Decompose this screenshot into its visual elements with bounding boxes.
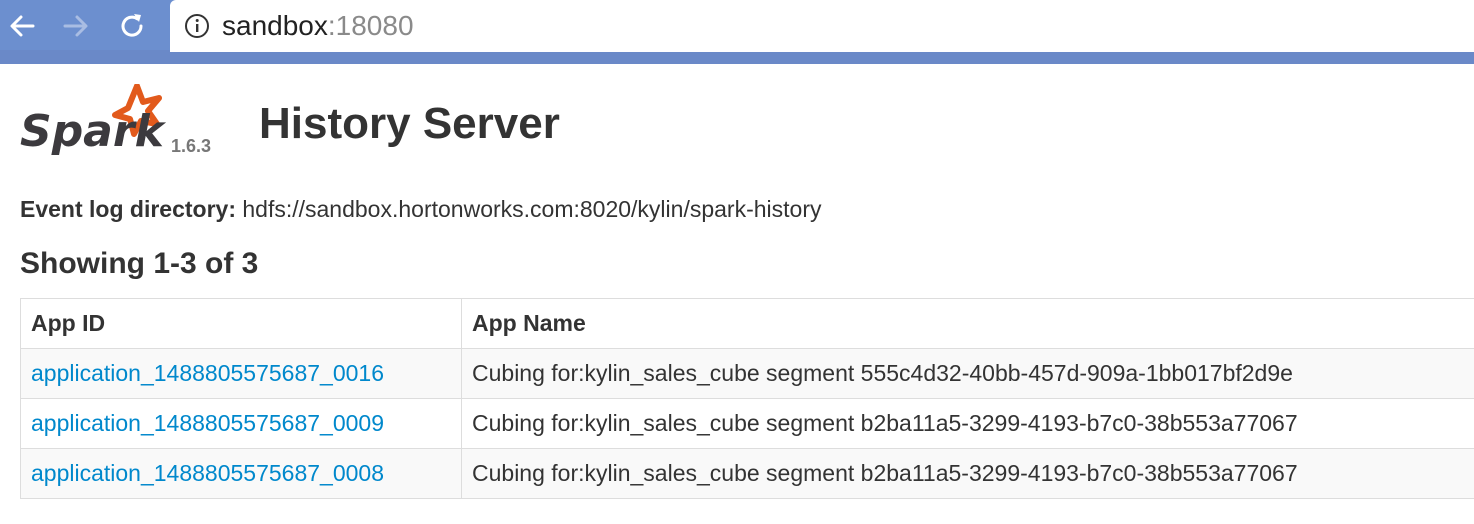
forward-button[interactable] [58,8,94,44]
back-button[interactable] [4,8,40,44]
info-circle-icon[interactable] [184,13,210,39]
app-id-cell: application_1488805575687_0009 [20,398,462,449]
url-port: :18080 [327,10,414,41]
table-row: application_1488805575687_0008 Cubing fo… [20,448,1474,499]
event-log-value: hdfs://sandbox.hortonworks.com:8020/kyli… [242,196,822,222]
table-header-row: App ID App Name [20,298,1474,349]
arrow-right-icon [63,15,88,37]
app-name-cell: Cubing for:kylin_sales_cube segment 555c… [461,348,1474,399]
app-id-cell: application_1488805575687_0016 [20,348,462,399]
table-row: application_1488805575687_0009 Cubing fo… [20,398,1474,449]
url-text[interactable]: sandbox:18080 [222,8,414,44]
app-id-cell: application_1488805575687_0008 [20,448,462,499]
reload-button[interactable] [114,8,150,44]
applications-table: App ID App Name application_148880557568… [20,298,1474,499]
reload-icon [121,14,143,37]
column-header-app-name[interactable]: App Name [461,298,1474,349]
app-id-link[interactable]: application_1488805575687_0009 [31,410,384,436]
event-log-directory: Event log directory: hdfs://sandbox.hort… [20,194,821,224]
app-name-cell: Cubing for:kylin_sales_cube segment b2ba… [461,448,1474,499]
page-title: History Server [259,99,560,148]
app-id-link[interactable]: application_1488805575687_0016 [31,360,384,386]
logo-text: Spark [20,106,167,157]
app-id-link[interactable]: application_1488805575687_0008 [31,460,384,486]
spark-version: 1.6.3 [171,136,212,156]
spark-logo[interactable]: Spark [20,84,170,162]
browser-toolbar-strip [0,50,1474,64]
url-host: sandbox [222,10,328,41]
app-name-cell: Cubing for:kylin_sales_cube segment b2ba… [461,398,1474,449]
table-row: application_1488805575687_0016 Cubing fo… [20,348,1474,399]
showing-count: Showing 1-3 of 3 [20,247,259,280]
column-header-app-id[interactable]: App ID [20,298,462,349]
address-bar[interactable]: sandbox:18080 [170,0,1474,52]
arrow-left-icon [10,15,35,37]
event-log-label: Event log directory: [20,196,236,222]
